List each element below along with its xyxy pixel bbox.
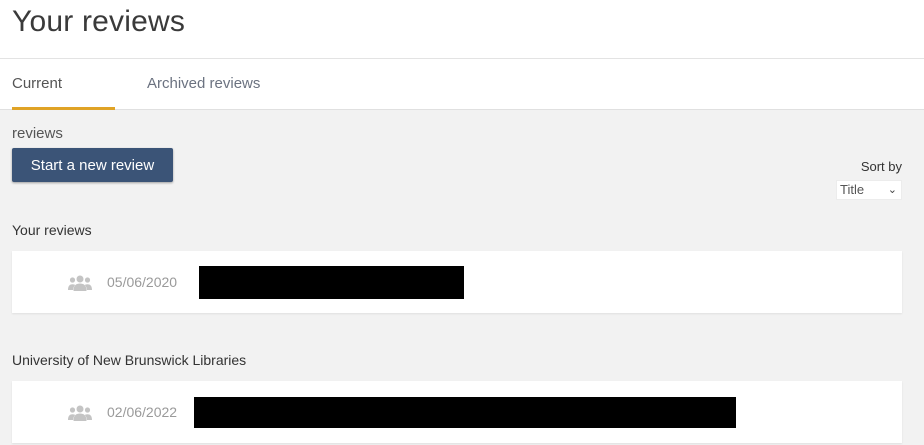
people-icon: [68, 405, 92, 426]
group-title-your-reviews: Your reviews: [12, 222, 92, 238]
redacted-review-title: [199, 266, 464, 299]
review-card[interactable]: 02/06/2022: [12, 381, 902, 443]
group-title-organization: University of New Brunswick Libraries: [12, 352, 247, 368]
chevron-down-icon: ⌄: [887, 184, 897, 196]
review-card[interactable]: 05/06/2020: [12, 251, 902, 313]
sort-by-label: Sort by: [860, 159, 902, 174]
people-icon: [68, 275, 92, 296]
tab-archived-reviews-label: Archived reviews: [147, 75, 261, 92]
review-tabs: Current reviews Archived reviews: [0, 59, 924, 142]
sort-selected-value: Title: [840, 182, 865, 197]
redacted-review-title: [194, 397, 736, 428]
review-date: 05/06/2020: [107, 274, 178, 290]
start-new-review-button[interactable]: Start a new review: [12, 148, 173, 182]
tab-current-reviews[interactable]: Current reviews: [12, 59, 115, 142]
review-date: 02/06/2022: [107, 404, 178, 420]
page-title: Your reviews: [12, 5, 186, 38]
active-tab-indicator: [12, 107, 115, 110]
tab-archived-reviews[interactable]: Archived reviews: [147, 59, 260, 109]
page-header: Your reviews: [0, 0, 924, 59]
sort-select[interactable]: Title ⌄: [836, 180, 902, 200]
